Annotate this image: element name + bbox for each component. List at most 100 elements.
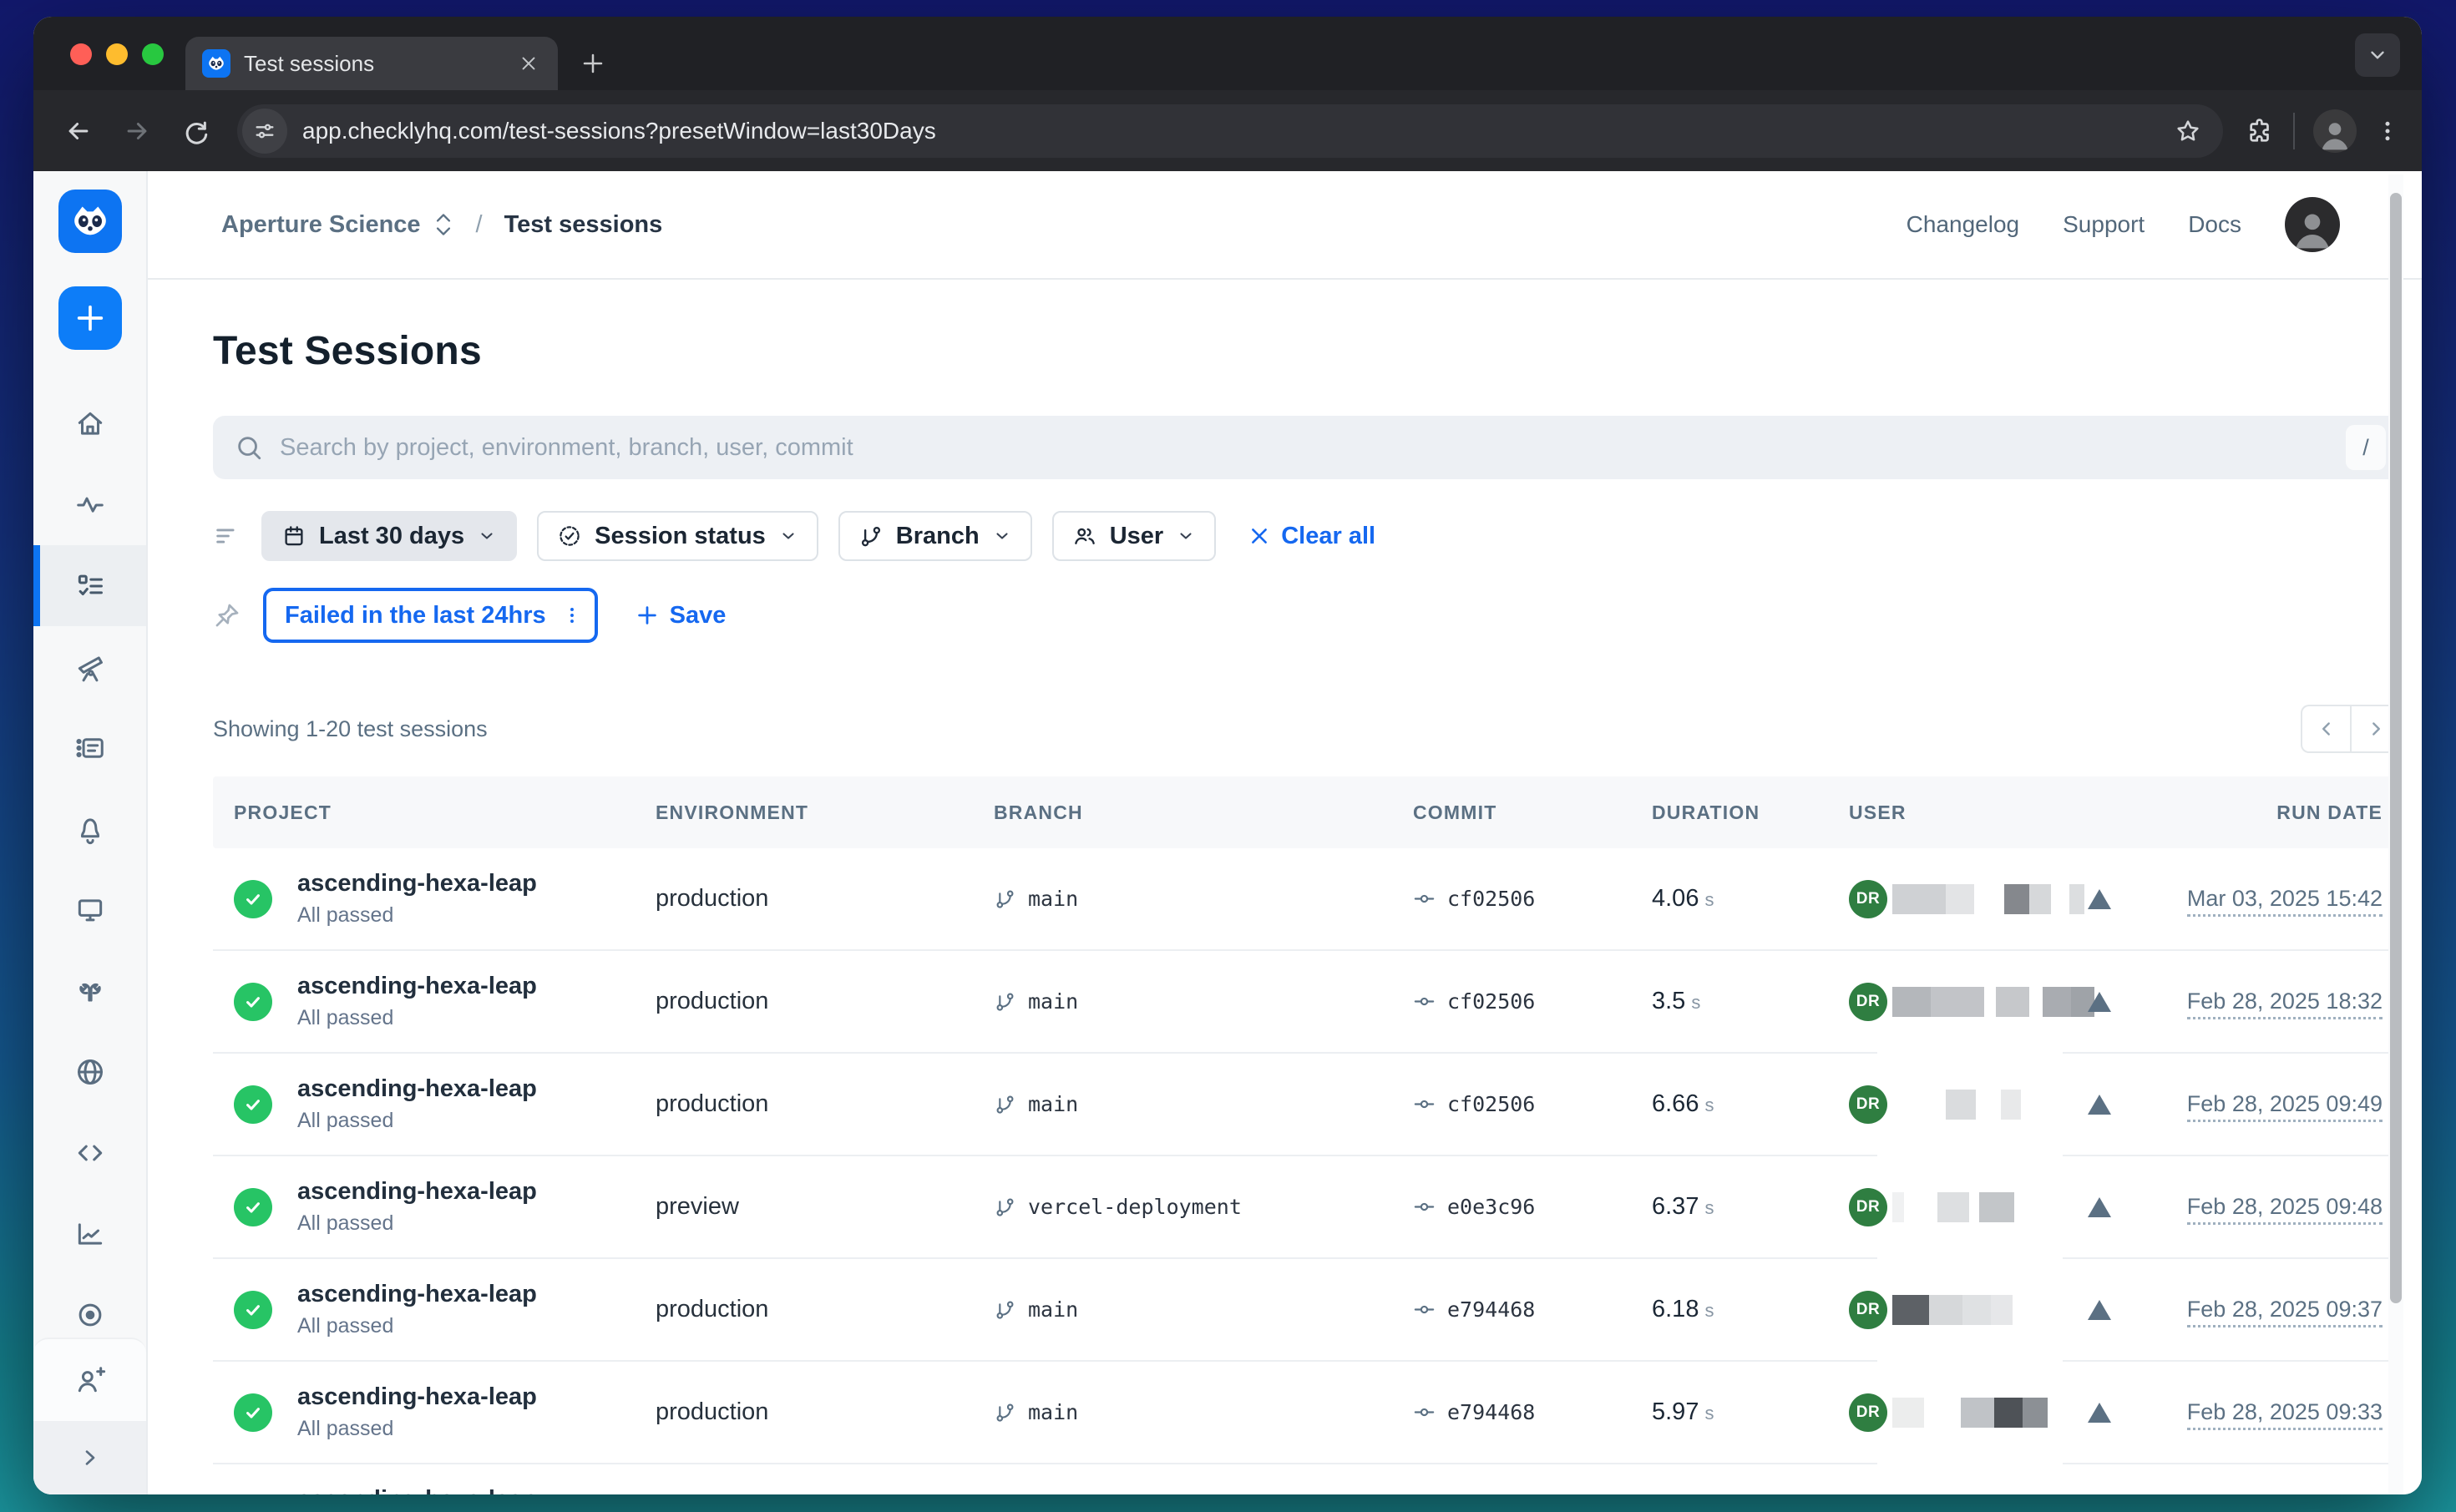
censor-block (1931, 987, 1984, 1017)
table-row[interactable]: ascending-hexa-leap All passed productio… (213, 1054, 2401, 1156)
docs-link[interactable]: Docs (2188, 211, 2241, 238)
new-tab-button[interactable] (570, 40, 616, 87)
clear-all-button[interactable]: Clear all (1248, 523, 1375, 550)
saved-filter-pill[interactable]: Failed in the last 24hrs (263, 588, 598, 643)
sidebar-item-monitors[interactable] (33, 707, 146, 788)
search-input[interactable] (280, 434, 2329, 462)
filter-branch[interactable]: Branch (838, 511, 1032, 561)
project-name: ascending-hexa-leap (297, 1383, 537, 1411)
passed-check-icon (234, 1393, 272, 1432)
censor-block (2023, 1398, 2048, 1428)
tab-search-button[interactable] (2355, 33, 2400, 77)
table-header: PROJECT ENVIRONMENT BRANCH COMMIT DURATI… (213, 776, 2401, 848)
kebab-menu-icon[interactable] (561, 603, 583, 628)
pin-icon (213, 601, 241, 630)
commit-icon (1413, 1093, 1436, 1115)
site-settings-icon[interactable] (242, 109, 287, 154)
back-icon[interactable] (55, 108, 102, 154)
vercel-triangle-icon (2086, 989, 2113, 1014)
table-row[interactable]: ascending-hexa-leap All passed productio… (213, 1464, 2401, 1494)
commit-hash: cf02506 (1447, 1092, 1535, 1116)
org-switcher[interactable]: Aperture Science (221, 211, 454, 239)
prev-page-button[interactable] (2301, 705, 2351, 753)
branch-cell: main (994, 1400, 1413, 1424)
sidebar-item-private-locations[interactable] (33, 1031, 146, 1112)
chrome-menu-icon[interactable] (2375, 119, 2400, 144)
table-row[interactable]: ascending-hexa-leap All passed productio… (213, 1362, 2401, 1464)
run-date-link[interactable]: Feb 28, 2025 18:32 (2187, 989, 2383, 1019)
commit-icon (1413, 1401, 1436, 1424)
support-link[interactable]: Support (2063, 211, 2145, 238)
branch-name: main (1028, 887, 1078, 911)
search-bar[interactable]: / (213, 416, 2401, 479)
run-date-cell: Feb 28, 2025 18:32 (2158, 989, 2401, 1014)
chrome-profile-avatar[interactable] (2313, 109, 2357, 153)
table-row[interactable]: ascending-hexa-leap All passed productio… (213, 951, 2401, 1054)
run-date-link[interactable]: Feb 28, 2025 09:48 (2187, 1194, 2383, 1225)
sidebar-item-cli[interactable] (33, 1112, 146, 1193)
create-new-button[interactable] (58, 286, 122, 350)
sidebar-item-telescope[interactable] (33, 626, 146, 707)
table-row[interactable]: ascending-hexa-leap All passed productio… (213, 1259, 2401, 1362)
passed-check-icon (234, 1188, 272, 1226)
chevron-right-icon (2365, 718, 2387, 740)
project-cell: ascending-hexa-leap All passed (213, 1383, 656, 1441)
censor-block (1961, 1398, 1994, 1428)
close-window-button[interactable] (70, 43, 92, 65)
filter-icon (213, 522, 241, 550)
sidebar-expand-button[interactable] (33, 1421, 146, 1494)
extensions-icon[interactable] (2246, 117, 2275, 145)
user-avatar[interactable] (2285, 197, 2340, 252)
fullscreen-window-button[interactable] (142, 43, 164, 65)
save-filter-button[interactable]: Save (635, 602, 727, 630)
forward-icon[interactable] (114, 108, 160, 154)
address-bar[interactable]: app.checklyhq.com/test-sessions?presetWi… (237, 104, 2223, 158)
environment-value: production (656, 988, 994, 1015)
censor-block (1974, 884, 2004, 914)
invite-user-button[interactable] (33, 1338, 146, 1421)
censor-block (2004, 884, 2029, 914)
reload-icon[interactable] (172, 108, 219, 154)
search-shortcut-key: / (2346, 425, 2386, 470)
sidebar-item-test-sessions[interactable] (33, 545, 146, 626)
branch-name: vercel-deployment (1028, 1195, 1242, 1219)
vercel-triangle-icon (2086, 1092, 2113, 1117)
checkly-logo-icon[interactable] (58, 190, 122, 253)
chevron-down-icon (477, 526, 497, 546)
sidebar-item-alerts[interactable] (33, 788, 146, 869)
run-date-link[interactable]: Feb 28, 2025 09:33 (2187, 1399, 2383, 1430)
browser-tab[interactable]: Test sessions (185, 37, 558, 90)
filter-date-range[interactable]: Last 30 days (261, 511, 517, 561)
sidebar-item-status-pages[interactable] (33, 869, 146, 950)
minimize-window-button[interactable] (106, 43, 128, 65)
table-row[interactable]: ascending-hexa-leap All passed preview v… (213, 1156, 2401, 1259)
plus-icon (635, 603, 660, 628)
duration-cell: 4.06s (1652, 885, 1849, 913)
tab-close-icon[interactable] (516, 51, 541, 76)
browser-toolbar: app.checklyhq.com/test-sessions?presetWi… (33, 90, 2422, 171)
censor-block (2069, 884, 2084, 914)
changelog-link[interactable]: Changelog (1907, 211, 2019, 238)
test-sessions-table: PROJECT ENVIRONMENT BRANCH COMMIT DURATI… (213, 776, 2401, 1494)
run-date-link[interactable]: Feb 28, 2025 09:37 (2187, 1297, 2383, 1327)
run-date-link[interactable]: Feb 28, 2025 09:49 (2187, 1091, 2383, 1122)
run-date-link[interactable]: Mar 03, 2025 15:42 (2187, 886, 2383, 917)
censored-username (1892, 1090, 2021, 1120)
sidebar-item-activity[interactable] (33, 464, 146, 545)
censor-block (1946, 1090, 1976, 1120)
duration-unit: s (1704, 1095, 1714, 1115)
table-row[interactable]: ascending-hexa-leap All passed productio… (213, 848, 2401, 951)
scrollbar-thumb[interactable] (2390, 193, 2402, 1303)
commit-cell: cf02506 (1413, 1092, 1652, 1116)
filter-row: Last 30 days Session status Branch (213, 511, 2422, 561)
commit-cell: e0e3c96 (1413, 1195, 1652, 1219)
filter-session-status[interactable]: Session status (537, 511, 818, 561)
project-name: ascending-hexa-leap (297, 1075, 537, 1103)
sidebar-item-analytics[interactable] (33, 1193, 146, 1274)
sidebar-item-home[interactable] (33, 383, 146, 464)
censor-block (1991, 1295, 2013, 1325)
filter-user[interactable]: User (1052, 511, 1217, 561)
users-icon (1072, 523, 1097, 549)
sidebar-item-maintenance[interactable] (33, 950, 146, 1031)
bookmark-star-icon[interactable] (2161, 118, 2215, 144)
